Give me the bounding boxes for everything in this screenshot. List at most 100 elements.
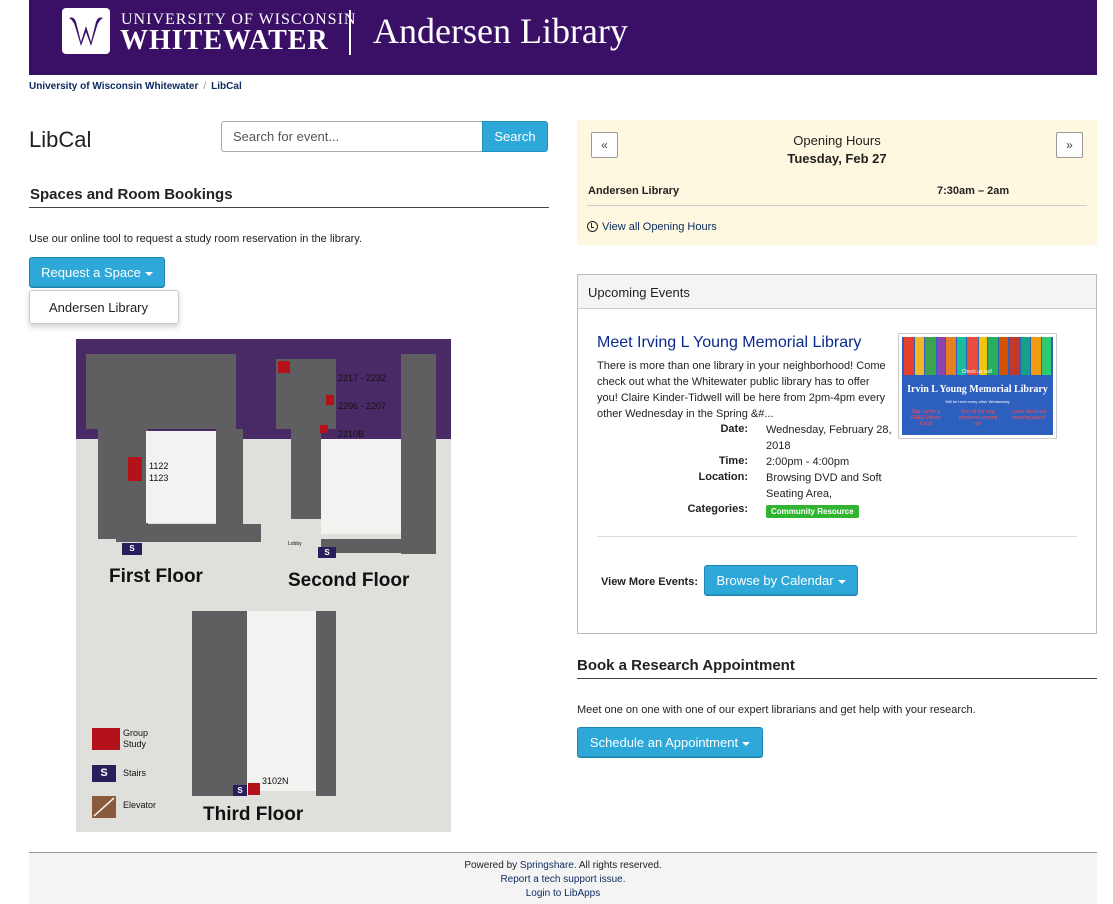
group-study-room: [128, 457, 142, 481]
request-space-button[interactable]: Request a Space: [29, 257, 165, 288]
floor-map-image: 1122 1123 S First Floor 2217 - 2232 2206…: [76, 339, 451, 832]
hours-title: Opening Hours: [793, 133, 881, 148]
book-spine: [1021, 337, 1030, 375]
university-name-line2: WHITEWATER: [120, 25, 329, 56]
hours-location: Andersen Library: [588, 185, 680, 197]
legend-elevator-label: Elevator: [123, 800, 157, 810]
login-libapps-link[interactable]: Login to LibApps: [526, 888, 601, 899]
second-floor-shape: [401, 354, 436, 554]
caret-down-icon: [742, 741, 751, 746]
footer-login-line: Login to LibApps: [29, 888, 1097, 899]
book-spine: [1042, 337, 1051, 375]
book-spine: [915, 337, 924, 375]
event-date-label: Date:: [720, 423, 748, 435]
footer-powered-prefix: Powered by: [464, 860, 520, 871]
thumbnail-title: Irvin L Young Memorial Library: [907, 384, 1048, 395]
first-floor-shape: [216, 429, 243, 529]
first-floor-shape: [98, 429, 148, 539]
request-space-dropdown: Andersen Library: [29, 290, 179, 324]
opening-hours-panel: « » Opening Hours Tuesday, Feb 27 Anders…: [577, 120, 1097, 245]
third-floor-hall: [247, 611, 316, 791]
group-study-room: [326, 395, 334, 405]
footer-powered-suffix: . All rights reserved.: [573, 860, 662, 871]
stairs-icon: S: [233, 785, 247, 796]
springshare-link[interactable]: Springshare: [520, 860, 574, 871]
caret-down-icon: [144, 271, 153, 276]
book-spine: [925, 337, 936, 375]
event-date-value: Wednesday, February 28, 2018: [766, 424, 892, 452]
header-banner: UNIVERSITY OF WISCONSIN WHITEWATER Ander…: [29, 0, 1097, 75]
schedule-appointment-button[interactable]: Schedule an Appointment: [577, 727, 763, 758]
room-label-1122: 1122: [149, 461, 169, 471]
event-time-value: 2:00pm - 4:00pm: [766, 456, 850, 468]
thumbnail-subtitle: Will be here every other Wednesday: [945, 399, 1010, 404]
group-study-room: [248, 783, 260, 795]
search-input[interactable]: [221, 121, 483, 152]
group-study-room: [320, 425, 328, 433]
view-more-events-label: View More Events:: [601, 576, 698, 588]
report-issue-link[interactable]: Report a tech support issue.: [500, 874, 625, 885]
book-spine: [904, 337, 914, 375]
uw-logo-icon[interactable]: [62, 8, 110, 54]
browse-by-calendar-button[interactable]: Browse by Calendar: [704, 565, 858, 596]
stairs-icon: S: [122, 543, 142, 555]
legend-stairs-label: Stairs: [123, 768, 147, 778]
footer-report-line: Report a tech support issue.: [29, 874, 1097, 885]
events-header: Upcoming Events: [578, 275, 1096, 309]
thumbnail-col3: Learn about our amazing place!: [1011, 409, 1047, 421]
caret-down-icon: [837, 579, 846, 584]
floor-label-first: First Floor: [109, 566, 203, 587]
room-label-1123: 1123: [149, 473, 169, 483]
browse-by-calendar-label: Browse by Calendar: [716, 573, 834, 588]
group-study-room: [278, 361, 290, 373]
event-location-value: Browsing DVD and Soft Seating Area,: [766, 472, 882, 500]
thumbnail-col2: See all the new programs coming up!: [958, 409, 998, 427]
events-header-label: Upcoming Events: [588, 285, 690, 300]
second-floor-hall: [321, 439, 401, 534]
event-title-link[interactable]: Meet Irving L Young Memorial Library: [597, 334, 861, 352]
thumbnail-col1: Sign up for a FREE Library Card!: [910, 409, 941, 427]
thumbnail-tagline: Check us out!: [961, 369, 993, 375]
first-floor-shape: [86, 354, 236, 429]
event-time-label: Time:: [718, 455, 748, 467]
hours-divider: [587, 205, 1087, 206]
research-description: Meet one on one with one of our expert l…: [577, 704, 976, 716]
third-floor-shape: [192, 611, 247, 796]
third-floor-shape: [316, 611, 336, 796]
event-description: There is more than one library in your n…: [597, 360, 886, 420]
request-space-label: Request a Space: [41, 265, 141, 280]
footer-powered-by: Powered by Springshare. All rights reser…: [29, 860, 1097, 871]
breadcrumb-university-link[interactable]: University of Wisconsin Whitewater: [29, 81, 198, 92]
spaces-description: Use our online tool to request a study r…: [29, 233, 363, 245]
legend-elevator-swatch: [92, 796, 116, 818]
category-badge[interactable]: Community Resource: [766, 505, 859, 518]
book-spine: [1009, 337, 1020, 375]
page-title: LibCal: [29, 127, 92, 152]
book-spine: [1031, 337, 1041, 375]
search-button[interactable]: Search: [482, 121, 548, 152]
room-label-3102n: 3102N: [262, 776, 289, 786]
event-location-label: Location:: [698, 471, 749, 483]
floor-label-third: Third Floor: [203, 804, 304, 825]
hours-time: 7:30am – 2am: [937, 185, 1010, 197]
breadcrumb-current: LibCal: [211, 81, 242, 92]
library-name[interactable]: Andersen Library: [373, 10, 628, 52]
legend-group-study-swatch: [92, 728, 120, 750]
clock-icon: [587, 221, 598, 232]
book-spine: [946, 337, 956, 375]
upcoming-events-panel: Upcoming Events Meet Irving L Young Memo…: [577, 274, 1097, 634]
breadcrumb-separator: /: [203, 81, 207, 92]
spaces-heading: Spaces and Room Bookings: [30, 186, 233, 203]
schedule-appointment-label: Schedule an Appointment: [589, 735, 739, 750]
event-thumbnail-image: Check us out! Irvin L Young Memorial Lib…: [902, 337, 1053, 435]
view-all-hours-link[interactable]: View all Opening Hours: [587, 221, 717, 233]
event-thumbnail[interactable]: Check us out! Irvin L Young Memorial Lib…: [898, 333, 1057, 439]
research-heading: Book a Research Appointment: [577, 657, 795, 674]
view-all-hours-label: View all Opening Hours: [602, 221, 717, 233]
legend-group-study-label: Group Study: [123, 728, 149, 749]
book-spine: [999, 337, 1008, 375]
dropdown-item-andersen-library[interactable]: Andersen Library: [49, 300, 148, 315]
event-categories-label: Categories:: [687, 503, 748, 515]
legend-stairs-swatch: S: [92, 765, 116, 782]
floor-label-second: Second Floor: [288, 570, 410, 591]
